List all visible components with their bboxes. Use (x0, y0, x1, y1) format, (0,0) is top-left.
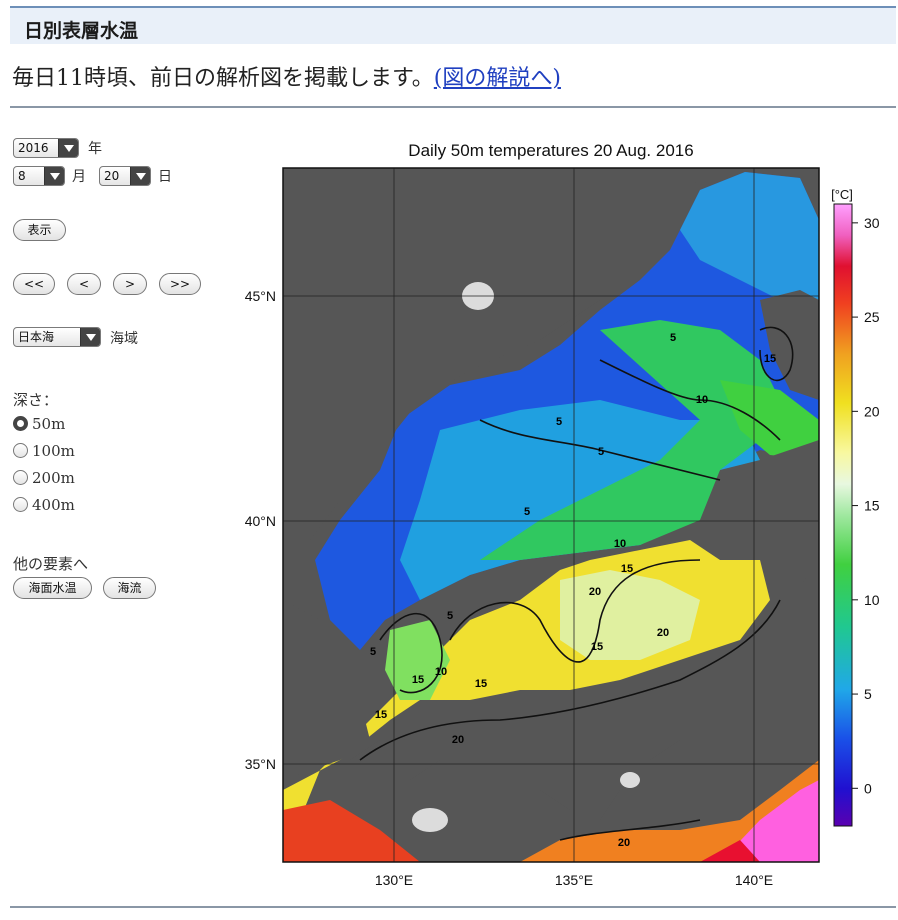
contour-label: 10 (614, 538, 626, 550)
contour-label: 15 (764, 353, 776, 365)
contour-label: 10 (696, 394, 708, 406)
lat-tick-label: 40°N (245, 513, 276, 529)
colorbar-tick-label: 20 (864, 403, 880, 419)
colorbar-tick-label: 0 (864, 780, 872, 796)
contour-label: 10 (435, 666, 447, 678)
contour-label: 15 (591, 641, 603, 653)
lon-tick-label: 130°E (375, 872, 413, 888)
contour-label: 20 (657, 627, 669, 639)
lon-tick-label: 135°E (555, 872, 593, 888)
lon-axis: 130°E 135°E 140°E (375, 872, 773, 888)
lat-axis: 45°N 40°N 35°N (245, 288, 276, 772)
island (412, 808, 448, 832)
colorbar (833, 203, 853, 827)
lat-tick-label: 35°N (245, 756, 276, 772)
contour-label: 20 (452, 734, 464, 746)
contour-label: 15 (475, 678, 487, 690)
contour-label: 20 (618, 837, 630, 849)
lat-tick-label: 45°N (245, 288, 276, 304)
contour-label: 5 (556, 416, 562, 428)
map-area (283, 168, 819, 862)
colorbar-tick-label: 15 (864, 498, 880, 514)
contour-label: 5 (670, 332, 676, 344)
lon-tick-label: 140°E (735, 872, 773, 888)
contour-label: 15 (412, 674, 424, 686)
temperature-map-figure: Daily 50m temperatures 20 Aug. 2016 5 5 … (245, 141, 880, 888)
contour-label: 20 (589, 586, 601, 598)
colorbar-ticks: 30 25 20 15 10 5 0 (852, 215, 880, 796)
colorbar-tick-label: 30 (864, 215, 880, 231)
contour-label: 5 (370, 646, 376, 658)
contour-label: 15 (621, 563, 633, 575)
contour-label: 5 (524, 506, 530, 518)
colorbar-tick-label: 10 (864, 592, 880, 608)
bottom-divider (10, 906, 896, 908)
contour-label: 15 (375, 709, 387, 721)
colorbar-tick-label: 5 (864, 686, 872, 702)
island (620, 772, 640, 788)
contour-label: 5 (598, 446, 604, 458)
colorbar-tick-label: 25 (864, 309, 880, 325)
contour-label: 5 (447, 610, 453, 622)
map-title: Daily 50m temperatures 20 Aug. 2016 (408, 141, 693, 160)
colorbar-unit: [°C] (831, 187, 853, 202)
